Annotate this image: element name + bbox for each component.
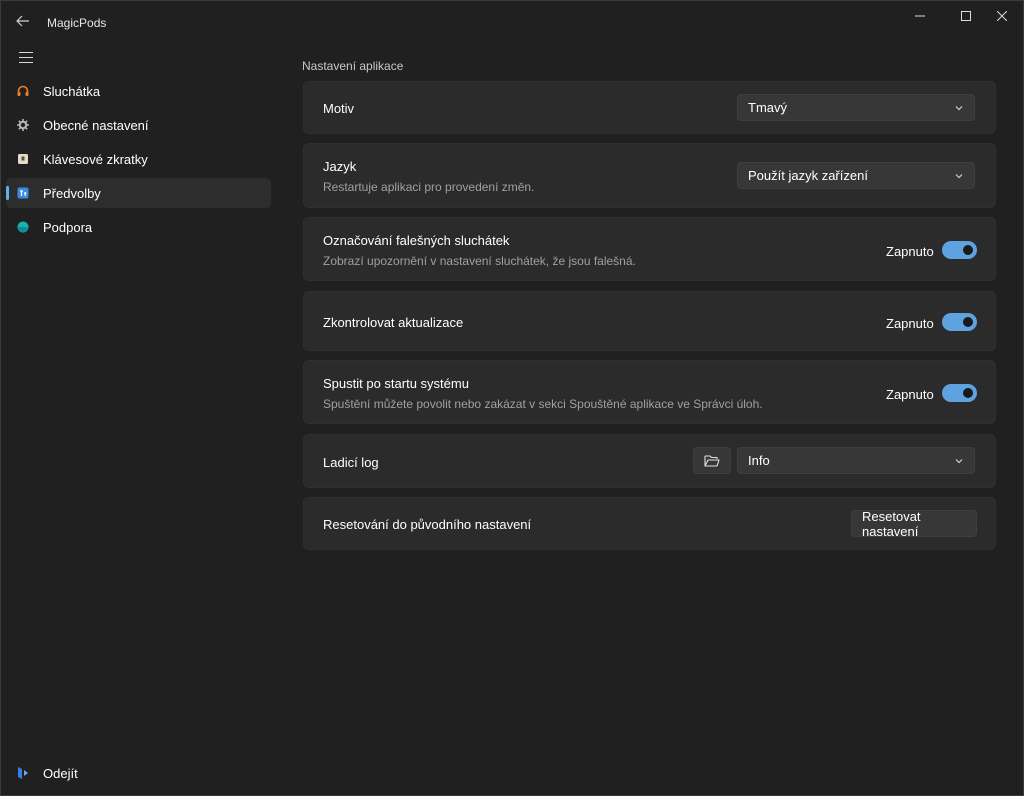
check-updates-toggle[interactable] bbox=[942, 313, 977, 331]
fake-detection-description: Zobrazí upozornění v nastavení sluchátek… bbox=[323, 254, 636, 268]
theme-setting-card: Motiv Tmavý bbox=[303, 81, 996, 134]
gear-icon bbox=[17, 119, 29, 131]
maximize-icon bbox=[961, 11, 971, 21]
headphones-icon bbox=[17, 85, 29, 97]
language-dropdown-value: Použít jazyk zařízení bbox=[748, 168, 868, 183]
back-button[interactable] bbox=[9, 7, 37, 35]
sidebar-item-support[interactable]: Podpora bbox=[6, 212, 271, 242]
check-updates-title: Zkontrolovat aktualizace bbox=[323, 315, 464, 330]
check-updates-state-label: Zapnuto bbox=[886, 316, 934, 331]
autostart-toggle[interactable] bbox=[942, 384, 977, 402]
sidebar-item-shortcuts[interactable]: Klávesové zkratky bbox=[6, 144, 271, 174]
fake-detection-state-label: Zapnuto bbox=[886, 244, 934, 259]
sidebar-item-label: Klávesové zkratky bbox=[43, 151, 148, 167]
title-bar: MagicPods bbox=[1, 1, 1023, 33]
sidebar-item-preferences[interactable]: Předvolby bbox=[6, 178, 271, 208]
preferences-icon bbox=[17, 187, 29, 199]
check-updates-setting-card: Zkontrolovat aktualizace Zapnuto bbox=[303, 291, 996, 351]
debug-log-dropdown[interactable]: Info bbox=[737, 447, 975, 474]
debug-log-dropdown-value: Info bbox=[748, 453, 770, 468]
sidebar-item-label: Podpora bbox=[43, 219, 93, 235]
section-title: Nastavení aplikace bbox=[302, 59, 404, 73]
debug-log-title: Ladicí log bbox=[323, 455, 379, 470]
exit-icon bbox=[17, 767, 29, 779]
toggle-knob bbox=[963, 245, 973, 255]
language-title: Jazyk bbox=[323, 159, 357, 174]
theme-title: Motiv bbox=[323, 101, 355, 116]
sidebar-item-exit[interactable]: Odejít bbox=[6, 758, 271, 788]
fake-detection-setting-card: Označování falešných sluchátek Zobrazí u… bbox=[303, 217, 996, 281]
sidebar-item-label: Odejít bbox=[43, 765, 78, 781]
close-icon bbox=[997, 11, 1007, 21]
hamburger-icon bbox=[19, 51, 33, 63]
support-icon bbox=[17, 221, 29, 233]
chevron-down-icon bbox=[955, 106, 963, 111]
minimize-icon bbox=[915, 15, 925, 17]
menu-toggle-button[interactable] bbox=[11, 45, 41, 69]
sidebar-item-label: Sluchátka bbox=[43, 83, 101, 99]
sidebar-item-general[interactable]: Obecné nastavení bbox=[6, 110, 271, 140]
keyboard-icon bbox=[17, 153, 29, 165]
autostart-description: Spuštění můžete povolit nebo zakázat v s… bbox=[323, 397, 763, 411]
open-log-folder-button[interactable] bbox=[693, 447, 731, 474]
app-window: MagicPods Sluchátka Obecné nastavení Klá… bbox=[0, 0, 1024, 796]
theme-dropdown[interactable]: Tmavý bbox=[737, 94, 975, 121]
fake-detection-title: Označování falešných sluchátek bbox=[323, 233, 510, 248]
reset-setting-card: Resetování do původního nastavení Reseto… bbox=[303, 497, 996, 550]
reset-settings-button[interactable]: Resetovat nastavení bbox=[851, 509, 977, 539]
language-description: Restartuje aplikaci pro provedení změn. bbox=[323, 180, 535, 194]
app-title: MagicPods bbox=[47, 16, 107, 30]
chevron-down-icon bbox=[955, 459, 963, 464]
autostart-setting-card: Spustit po startu systému Spuštění můžet… bbox=[303, 360, 996, 424]
toggle-knob bbox=[963, 317, 973, 327]
toggle-knob bbox=[963, 388, 973, 398]
autostart-state-label: Zapnuto bbox=[886, 387, 934, 402]
debug-log-setting-card: Ladicí log Info bbox=[303, 434, 996, 488]
theme-dropdown-value: Tmavý bbox=[748, 100, 787, 115]
sidebar-item-headphones[interactable]: Sluchátka bbox=[6, 76, 271, 106]
language-dropdown[interactable]: Použít jazyk zařízení bbox=[737, 162, 975, 189]
language-setting-card: Jazyk Restartuje aplikaci pro provedení … bbox=[303, 143, 996, 208]
close-button[interactable] bbox=[979, 1, 1024, 31]
reset-title: Resetování do původního nastavení bbox=[323, 517, 532, 532]
minimize-button[interactable] bbox=[897, 1, 943, 31]
arrow-left-icon bbox=[16, 15, 29, 27]
folder-icon bbox=[704, 455, 720, 467]
chevron-down-icon bbox=[955, 174, 963, 179]
sidebar-item-label: Obecné nastavení bbox=[43, 117, 149, 133]
sidebar-item-label: Předvolby bbox=[43, 185, 101, 201]
autostart-title: Spustit po startu systému bbox=[323, 376, 469, 391]
active-indicator bbox=[6, 186, 9, 200]
fake-detection-toggle[interactable] bbox=[942, 241, 977, 259]
